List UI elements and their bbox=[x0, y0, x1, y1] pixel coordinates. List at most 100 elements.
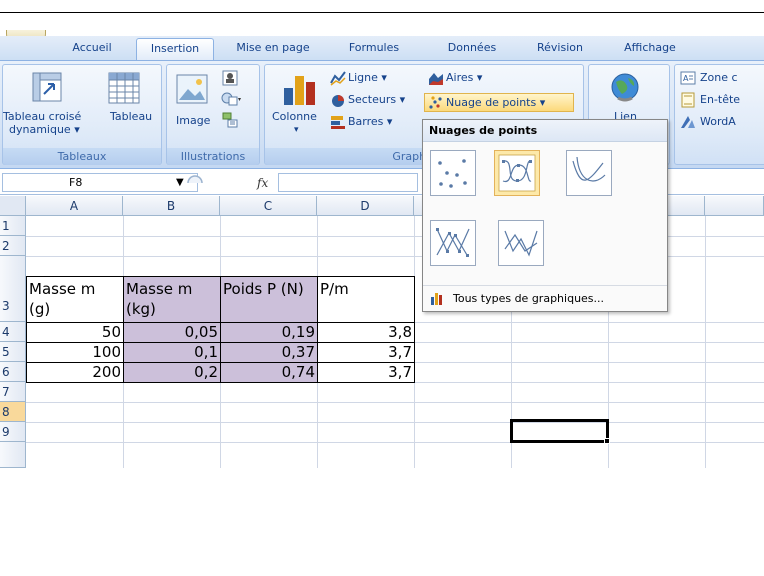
scatter-gallery-title: Nuages de points bbox=[423, 120, 667, 142]
cell-b4: 0,05 bbox=[184, 323, 218, 341]
all-chart-types-button[interactable]: Tous types de graphiques... bbox=[423, 285, 667, 311]
cell-c5: 0,37 bbox=[281, 343, 315, 361]
row-header-3[interactable]: 3 bbox=[0, 256, 26, 322]
scatter-markers-only-option[interactable] bbox=[430, 150, 476, 196]
window-top-border bbox=[0, 12, 764, 13]
column-header-d[interactable]: D bbox=[317, 196, 414, 216]
cell-a4: 50 bbox=[101, 323, 121, 341]
gridline bbox=[26, 442, 764, 443]
name-box-dropdown-icon[interactable]: ▼ bbox=[176, 177, 184, 188]
pivot-table-label-2[interactable]: dynamique ▾ bbox=[9, 123, 80, 136]
column-header-c[interactable]: C bbox=[220, 196, 317, 216]
gridline bbox=[26, 422, 764, 423]
gridline bbox=[26, 402, 764, 403]
wordart-icon bbox=[681, 116, 695, 128]
area-chart-icon bbox=[429, 73, 443, 85]
image-button-label[interactable]: Image bbox=[176, 114, 210, 127]
insert-function-icon[interactable]: fx bbox=[257, 176, 268, 190]
table-border bbox=[123, 276, 124, 383]
table-border bbox=[317, 276, 318, 383]
group-label-illustrations: Illustrations bbox=[167, 148, 259, 165]
hyperlink-globe-icon bbox=[611, 73, 639, 102]
area-button-label[interactable]: Aires ▾ bbox=[446, 71, 482, 84]
cell-d5: 3,7 bbox=[388, 343, 412, 361]
table-border bbox=[220, 276, 221, 383]
scatter-chart-icon bbox=[429, 96, 442, 109]
svg-text:A: A bbox=[683, 74, 689, 83]
row-header-4[interactable]: 4 bbox=[0, 322, 26, 342]
scatter-button-label[interactable]: Nuage de points ▾ bbox=[446, 96, 545, 109]
scatter-smooth-lines-option[interactable] bbox=[566, 150, 612, 196]
row-header-7[interactable]: 7 bbox=[0, 382, 26, 402]
all-chart-types-icon bbox=[431, 293, 442, 305]
gridline bbox=[705, 216, 706, 468]
column-button-label[interactable]: Colonne bbox=[272, 110, 317, 123]
tab-revision[interactable]: Révision bbox=[522, 38, 598, 60]
image-icon bbox=[176, 74, 208, 104]
name-box[interactable]: F8 bbox=[2, 173, 198, 192]
cell-a3-line2: (g) bbox=[29, 300, 51, 318]
tab-mise-en-page[interactable]: Mise en page bbox=[226, 38, 320, 60]
column-header-a[interactable]: A bbox=[26, 196, 123, 216]
shapes-icon[interactable] bbox=[220, 90, 242, 108]
fill-handle[interactable] bbox=[604, 438, 610, 444]
scatter-straight-lines-markers-option[interactable] bbox=[430, 220, 476, 266]
cell-b5: 0,1 bbox=[194, 343, 218, 361]
active-cell-f8[interactable] bbox=[510, 419, 609, 443]
table-border bbox=[26, 276, 27, 383]
scatter-straight-lines-icon bbox=[504, 230, 538, 257]
column-header-h[interactable] bbox=[705, 196, 764, 216]
scatter-smooth-lines-icon bbox=[572, 156, 606, 182]
scatter-straight-lines-option[interactable] bbox=[498, 220, 544, 266]
cell-a5: 100 bbox=[92, 343, 121, 361]
cell-d4: 3,8 bbox=[388, 323, 412, 341]
cell-b6: 0,2 bbox=[194, 363, 218, 381]
scatter-smooth-lines-markers-option[interactable] bbox=[494, 150, 540, 196]
formula-cancel-knob-icon[interactable] bbox=[186, 174, 206, 192]
row-header-1[interactable]: 1 bbox=[0, 216, 26, 236]
textbox-icon: A bbox=[680, 71, 696, 85]
tab-accueil[interactable]: Accueil bbox=[56, 38, 128, 60]
pivot-table-icon bbox=[32, 72, 62, 102]
row-header-10[interactable] bbox=[0, 442, 26, 468]
column-header-b[interactable]: B bbox=[123, 196, 220, 216]
table-icon bbox=[108, 72, 140, 104]
line-button-label[interactable]: Ligne ▾ bbox=[348, 71, 387, 84]
header-footer-icon bbox=[681, 92, 695, 108]
scatter-straight-lines-markers-icon bbox=[436, 228, 470, 257]
select-all-corner[interactable] bbox=[0, 196, 26, 216]
row-header-6[interactable]: 6 bbox=[0, 362, 26, 382]
row-header-2[interactable]: 2 bbox=[0, 236, 26, 256]
cell-b3-line2: (kg) bbox=[126, 300, 156, 318]
cell-d6: 3,7 bbox=[388, 363, 412, 381]
tab-donnees[interactable]: Données bbox=[432, 38, 512, 60]
cell-a6: 200 bbox=[92, 363, 121, 381]
pie-chart-icon bbox=[332, 95, 344, 107]
column-chart-icon bbox=[284, 76, 315, 105]
table-border bbox=[414, 276, 415, 383]
pie-button-label[interactable]: Secteurs ▾ bbox=[348, 93, 405, 106]
wordart-button-label[interactable]: WordA bbox=[700, 115, 736, 128]
formula-input[interactable] bbox=[278, 173, 418, 192]
line-chart-icon bbox=[330, 71, 346, 86]
tab-formules[interactable]: Formules bbox=[332, 38, 416, 60]
cell-d3: P/m bbox=[320, 280, 349, 298]
bar-button-label[interactable]: Barres ▾ bbox=[348, 115, 392, 128]
cell-c6: 0,74 bbox=[281, 363, 315, 381]
row-header-8[interactable]: 8 bbox=[0, 402, 26, 422]
scatter-smooth-lines-markers-icon bbox=[498, 154, 536, 192]
smartart-icon[interactable] bbox=[222, 112, 238, 128]
table-button-label[interactable]: Tableau bbox=[110, 110, 152, 123]
header-footer-button-label[interactable]: En-tête bbox=[700, 93, 740, 106]
scatter-markers-only-icon bbox=[438, 159, 467, 188]
pivot-table-label-1[interactable]: Tableau croisé bbox=[3, 110, 81, 123]
clipart-icon[interactable] bbox=[222, 70, 238, 86]
tab-insertion[interactable]: Insertion bbox=[136, 38, 214, 60]
all-chart-types-label: Tous types de graphiques... bbox=[453, 292, 605, 305]
textbox-button-label[interactable]: Zone c bbox=[700, 71, 738, 84]
column-dropdown-arrow[interactable]: ▾ bbox=[294, 124, 299, 137]
tab-affichage[interactable]: Affichage bbox=[610, 38, 690, 60]
scatter-dropdown-gallery bbox=[422, 119, 668, 312]
row-header-9[interactable]: 9 bbox=[0, 422, 26, 442]
row-header-5[interactable]: 5 bbox=[0, 342, 26, 362]
